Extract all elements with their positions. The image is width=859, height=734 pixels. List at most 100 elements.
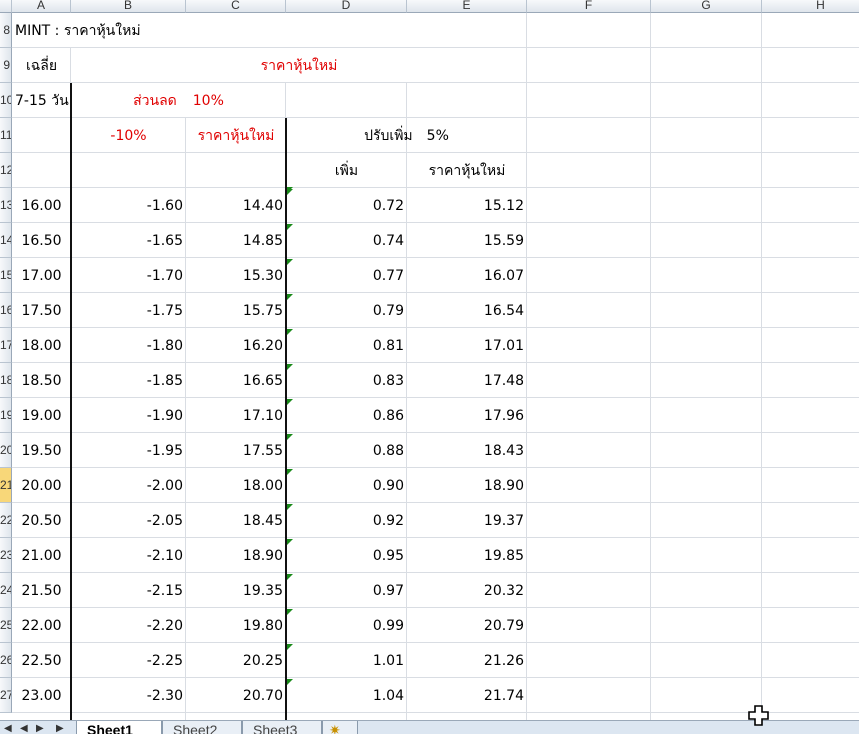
row-header[interactable]: 9	[0, 48, 12, 83]
table-cell[interactable]: 16.07	[407, 258, 527, 293]
row-header[interactable]: 21	[0, 468, 12, 503]
row-header[interactable]: 14	[0, 223, 12, 258]
table-cell[interactable]: 1.01	[286, 643, 407, 678]
discount-cell[interactable]: ส่วนลด 10%	[71, 83, 286, 118]
table-cell[interactable]: 17.00	[12, 258, 71, 293]
row-header[interactable]: 22	[0, 503, 12, 538]
table-cell[interactable]: 0.83	[286, 363, 407, 398]
table-cell[interactable]: 19.50	[12, 433, 71, 468]
table-cell[interactable]: 22.00	[12, 608, 71, 643]
table-cell[interactable]: -2.25	[71, 643, 186, 678]
table-cell[interactable]: 20.32	[407, 573, 527, 608]
table-cell[interactable]: 21.26	[407, 643, 527, 678]
tab-sheet1[interactable]: Sheet1	[76, 721, 162, 734]
row-header[interactable]: 23	[0, 538, 12, 573]
table-cell[interactable]: 20.79	[407, 608, 527, 643]
column-header-e[interactable]: E	[407, 0, 527, 13]
row-header[interactable]: 12	[0, 153, 12, 188]
row-header[interactable]: 15	[0, 258, 12, 293]
table-cell[interactable]: 0.81	[286, 328, 407, 363]
row-header[interactable]: 10	[0, 83, 12, 118]
table-cell[interactable]: 22.50	[12, 643, 71, 678]
table-cell[interactable]: -1.75	[71, 293, 186, 328]
new-price-column2-cell[interactable]: ราคาหุ้นใหม่	[407, 153, 527, 188]
row-header[interactable]: 17	[0, 328, 12, 363]
table-cell[interactable]: 0.74	[286, 223, 407, 258]
table-cell[interactable]: 0.99	[286, 608, 407, 643]
add-label-cell[interactable]: เพิ่ม	[286, 153, 407, 188]
table-cell[interactable]: 21.00	[12, 538, 71, 573]
insert-sheet-button[interactable]: ✷	[322, 721, 358, 734]
table-cell[interactable]: 17.48	[407, 363, 527, 398]
first-sheet-icon[interactable]: ◀	[4, 723, 12, 734]
row-header[interactable]: 25	[0, 608, 12, 643]
table-cell[interactable]: 0.72	[286, 188, 407, 223]
table-cell[interactable]: -1.70	[71, 258, 186, 293]
table-cell[interactable]: 19.80	[186, 608, 286, 643]
table-cell[interactable]: 17.96	[407, 398, 527, 433]
row-header[interactable]: 13	[0, 188, 12, 223]
average-label-cell[interactable]: เฉลี่ย	[12, 48, 71, 83]
row-header[interactable]: 11	[0, 118, 12, 153]
row-header[interactable]: 16	[0, 293, 12, 328]
table-cell[interactable]: 18.45	[186, 503, 286, 538]
table-cell[interactable]: -2.10	[71, 538, 186, 573]
increase-cell[interactable]: ปรับเพิ่ม 5%	[286, 118, 527, 153]
column-header-b[interactable]: B	[71, 0, 186, 13]
table-cell[interactable]: 0.77	[286, 258, 407, 293]
column-header-c[interactable]: C	[186, 0, 286, 13]
table-cell[interactable]: 18.00	[12, 328, 71, 363]
table-cell[interactable]: 19.35	[186, 573, 286, 608]
table-cell[interactable]: 17.10	[186, 398, 286, 433]
table-cell[interactable]: 21.50	[12, 573, 71, 608]
table-cell[interactable]: 21.74	[407, 678, 527, 713]
table-cell[interactable]: 15.75	[186, 293, 286, 328]
last-sheet-icon[interactable]: ▶	[56, 723, 64, 734]
table-cell[interactable]: -1.95	[71, 433, 186, 468]
table-cell[interactable]: 16.20	[186, 328, 286, 363]
table-cell[interactable]: 16.00	[12, 188, 71, 223]
table-cell[interactable]: 20.25	[186, 643, 286, 678]
table-cell[interactable]: 14.40	[186, 188, 286, 223]
table-cell[interactable]: -1.90	[71, 398, 186, 433]
table-cell[interactable]: 15.30	[186, 258, 286, 293]
table-cell[interactable]: -1.60	[71, 188, 186, 223]
table-cell[interactable]: -1.80	[71, 328, 186, 363]
table-cell[interactable]: 17.50	[12, 293, 71, 328]
column-header-g[interactable]: G	[651, 0, 762, 13]
table-cell[interactable]: 0.92	[286, 503, 407, 538]
row-header[interactable]: 8	[0, 13, 12, 48]
spreadsheet-grid[interactable]: ABCDEFGH 89101112131415161718192021222324…	[0, 0, 859, 720]
table-cell[interactable]: 18.00	[186, 468, 286, 503]
row-header[interactable]: 24	[0, 573, 12, 608]
table-cell[interactable]: -2.15	[71, 573, 186, 608]
table-cell[interactable]: -2.20	[71, 608, 186, 643]
next-sheet-icon[interactable]: ▶	[36, 723, 44, 734]
table-cell[interactable]: 16.50	[12, 223, 71, 258]
table-cell[interactable]: 17.55	[186, 433, 286, 468]
table-cell[interactable]: 20.00	[12, 468, 71, 503]
column-header-d[interactable]: D	[286, 0, 407, 13]
column-header-a[interactable]: A	[12, 0, 71, 13]
table-cell[interactable]: 18.50	[12, 363, 71, 398]
table-cell[interactable]: 20.70	[186, 678, 286, 713]
column-header-h[interactable]: H	[762, 0, 859, 13]
table-cell[interactable]: 0.86	[286, 398, 407, 433]
days-label-cell[interactable]: 7-15 วัน	[12, 83, 71, 118]
table-cell[interactable]: 18.43	[407, 433, 527, 468]
table-cell[interactable]: 19.37	[407, 503, 527, 538]
table-cell[interactable]: 0.88	[286, 433, 407, 468]
table-cell[interactable]: 18.90	[407, 468, 527, 503]
table-cell[interactable]: 20.50	[12, 503, 71, 538]
row-header[interactable]: 26	[0, 643, 12, 678]
table-cell[interactable]: 19.00	[12, 398, 71, 433]
table-cell[interactable]: 18.90	[186, 538, 286, 573]
table-cell[interactable]: 15.59	[407, 223, 527, 258]
table-cell[interactable]: 16.65	[186, 363, 286, 398]
title-cell[interactable]: MINT : ราคาหุ้นใหม่	[12, 13, 527, 48]
table-cell[interactable]: 15.12	[407, 188, 527, 223]
table-cell[interactable]: -1.85	[71, 363, 186, 398]
column-header-f[interactable]: F	[527, 0, 651, 13]
table-cell[interactable]: 23.00	[12, 678, 71, 713]
new-price-heading-cell[interactable]: ราคาหุ้นใหม่	[71, 48, 527, 83]
